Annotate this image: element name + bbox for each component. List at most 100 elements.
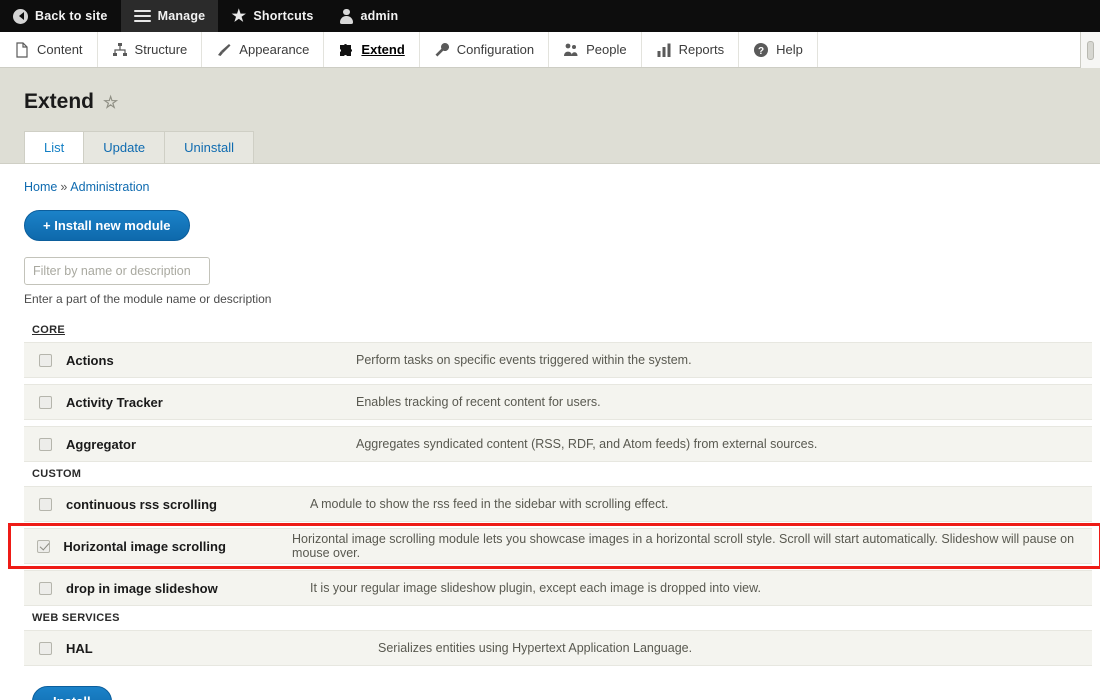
- nav-item-label: Configuration: [456, 42, 535, 57]
- nav-item-structure[interactable]: Structure: [98, 32, 203, 67]
- tab-list[interactable]: List: [24, 131, 84, 163]
- user-icon: [339, 8, 353, 24]
- toolbar-item-admin-account[interactable]: admin: [326, 0, 411, 32]
- module-description: Serializes entities using Hypertext Appl…: [378, 641, 693, 655]
- module-enable-checkbox[interactable]: [38, 497, 52, 511]
- nav-item-appearance[interactable]: Appearance: [202, 32, 325, 67]
- svg-text:?: ?: [758, 46, 764, 57]
- favorite-star-icon[interactable]: ☆: [103, 94, 118, 111]
- toolbar-item-manage[interactable]: Manage: [120, 0, 219, 32]
- breadcrumb-link-administration[interactable]: Administration: [70, 180, 149, 194]
- nav-item-content[interactable]: Content: [0, 32, 98, 67]
- module-description: A module to show the rss feed in the sid…: [310, 497, 669, 511]
- module-description: Perform tasks on specific events trigger…: [356, 353, 692, 367]
- module-description: Aggregates syndicated content (RSS, RDF,…: [356, 437, 818, 451]
- toolbar-item-label: Back to site: [35, 9, 108, 23]
- install-submit-button[interactable]: Install: [32, 686, 112, 700]
- module-description: It is your regular image slideshow plugi…: [310, 581, 761, 595]
- module-checkbox-cell: [24, 353, 66, 367]
- star-icon: ★: [231, 7, 246, 25]
- filter-input[interactable]: [24, 257, 210, 285]
- module-enable-checkbox[interactable]: [38, 581, 52, 595]
- puzzle-piece-icon: [338, 42, 354, 58]
- module-enable-checkbox[interactable]: [37, 539, 51, 553]
- nav-item-extend[interactable]: Extend: [324, 32, 420, 67]
- toolbar-item-label: admin: [360, 9, 399, 23]
- nav-item-help[interactable]: ? Help: [739, 32, 818, 67]
- nav-item-label: People: [586, 42, 627, 57]
- toolbar-item-label: Shortcuts: [253, 9, 314, 23]
- nav-item-label: Help: [776, 42, 803, 57]
- module-enable-checkbox[interactable]: [38, 437, 52, 451]
- module-row[interactable]: Horizontal image scrolling Horizontal ima…: [24, 528, 1092, 564]
- tab-label: Update: [103, 140, 146, 155]
- toolbar-orientation-toggle[interactable]: [1080, 32, 1100, 68]
- hamburger-menu-icon: [133, 9, 151, 23]
- nav-item-label: Reports: [678, 42, 725, 57]
- breadcrumb-link-home[interactable]: Home: [24, 180, 57, 194]
- document-icon: [14, 41, 30, 58]
- module-row[interactable]: Activity Tracker Enables tracking of rece…: [24, 384, 1092, 420]
- module-name: HAL: [66, 640, 93, 656]
- admin-menu-bar: Content Structure Appearance Extend Conf…: [0, 32, 1100, 68]
- nav-item-reports[interactable]: Reports: [642, 32, 740, 67]
- module-row[interactable]: Actions Perform tasks on specific events …: [24, 342, 1092, 378]
- modules-table: CORE Actions Perform tasks on specific eve…: [0, 324, 1100, 666]
- module-group-header: CORE: [32, 324, 65, 336]
- back-arrow-icon: [13, 8, 28, 24]
- page-content: Home» Administration + Install new module…: [0, 163, 1100, 700]
- breadcrumb: Home» Administration: [0, 180, 1100, 194]
- bar-chart-icon: [656, 42, 672, 58]
- nav-item-label: Content: [37, 42, 83, 57]
- filter-container: [24, 257, 1100, 285]
- module-row[interactable]: drop in image slideshow It is your regula…: [24, 570, 1092, 606]
- page-container: Extend ☆ List Update Uninstall Home» Admi…: [0, 68, 1100, 700]
- drag-handle-icon: [1087, 40, 1094, 60]
- module-name: Activity Tracker: [66, 394, 163, 410]
- page-header: Extend ☆: [0, 68, 1100, 114]
- module-checkbox-cell: [24, 641, 66, 655]
- module-checkbox-cell: [24, 581, 66, 595]
- nav-item-label: Extend: [361, 42, 405, 57]
- breadcrumb-separator: »: [60, 180, 68, 194]
- module-name: Aggregator: [66, 436, 137, 452]
- module-description: Enables tracking of recent content for u…: [356, 395, 601, 409]
- nav-item-label: Appearance: [239, 42, 310, 57]
- people-icon: [563, 42, 579, 58]
- module-enable-checkbox[interactable]: [38, 353, 52, 367]
- nav-item-people[interactable]: People: [549, 32, 642, 67]
- module-group-header: WEB SERVICES: [32, 612, 120, 624]
- paintbrush-icon: [216, 42, 232, 58]
- module-name: drop in image slideshow: [66, 580, 218, 596]
- module-group-header: CUSTOM: [32, 468, 82, 480]
- tab-uninstall[interactable]: Uninstall: [164, 131, 255, 163]
- page-title: Extend ☆: [24, 90, 1100, 114]
- module-enable-checkbox[interactable]: [38, 395, 52, 409]
- toolbar-item-back-to-site[interactable]: Back to site: [0, 0, 121, 32]
- module-checkbox-cell: [24, 395, 66, 409]
- wrench-icon: [434, 42, 450, 58]
- module-row[interactable]: continuous rss scrolling A module to show…: [24, 486, 1092, 522]
- page-tabs: List Update Uninstall: [24, 131, 1100, 163]
- module-enable-checkbox[interactable]: [38, 641, 52, 655]
- module-description: Horizontal image scrolling module lets y…: [292, 532, 1075, 560]
- nav-item-configuration[interactable]: Configuration: [420, 32, 550, 67]
- filter-help-text: Enter a part of the module name or descr…: [24, 292, 272, 306]
- module-checkbox-cell: [24, 437, 66, 451]
- module-row[interactable]: HAL Serializes entities using Hypertext A…: [24, 630, 1092, 666]
- module-name: continuous rss scrolling: [66, 496, 217, 512]
- module-name: Horizontal image scrolling: [63, 538, 226, 554]
- nav-item-label: Structure: [134, 42, 188, 57]
- install-new-module-button[interactable]: + Install new module: [24, 210, 190, 241]
- module-checkbox-cell: [24, 539, 63, 553]
- toolbar-item-shortcuts[interactable]: ★ Shortcuts: [218, 0, 326, 32]
- module-checkbox-cell: [24, 497, 66, 511]
- toolbar-item-label: Manage: [157, 9, 206, 23]
- question-mark-icon: ?: [753, 42, 769, 58]
- admin-toolbar: Back to site Manage ★ Shortcuts admin: [0, 0, 1100, 32]
- module-name: Actions: [66, 352, 114, 368]
- module-row[interactable]: Aggregator Aggregates syndicated content …: [24, 426, 1092, 462]
- tab-update[interactable]: Update: [83, 131, 165, 163]
- page-title-text: Extend: [24, 90, 95, 113]
- tab-label: List: [44, 140, 65, 155]
